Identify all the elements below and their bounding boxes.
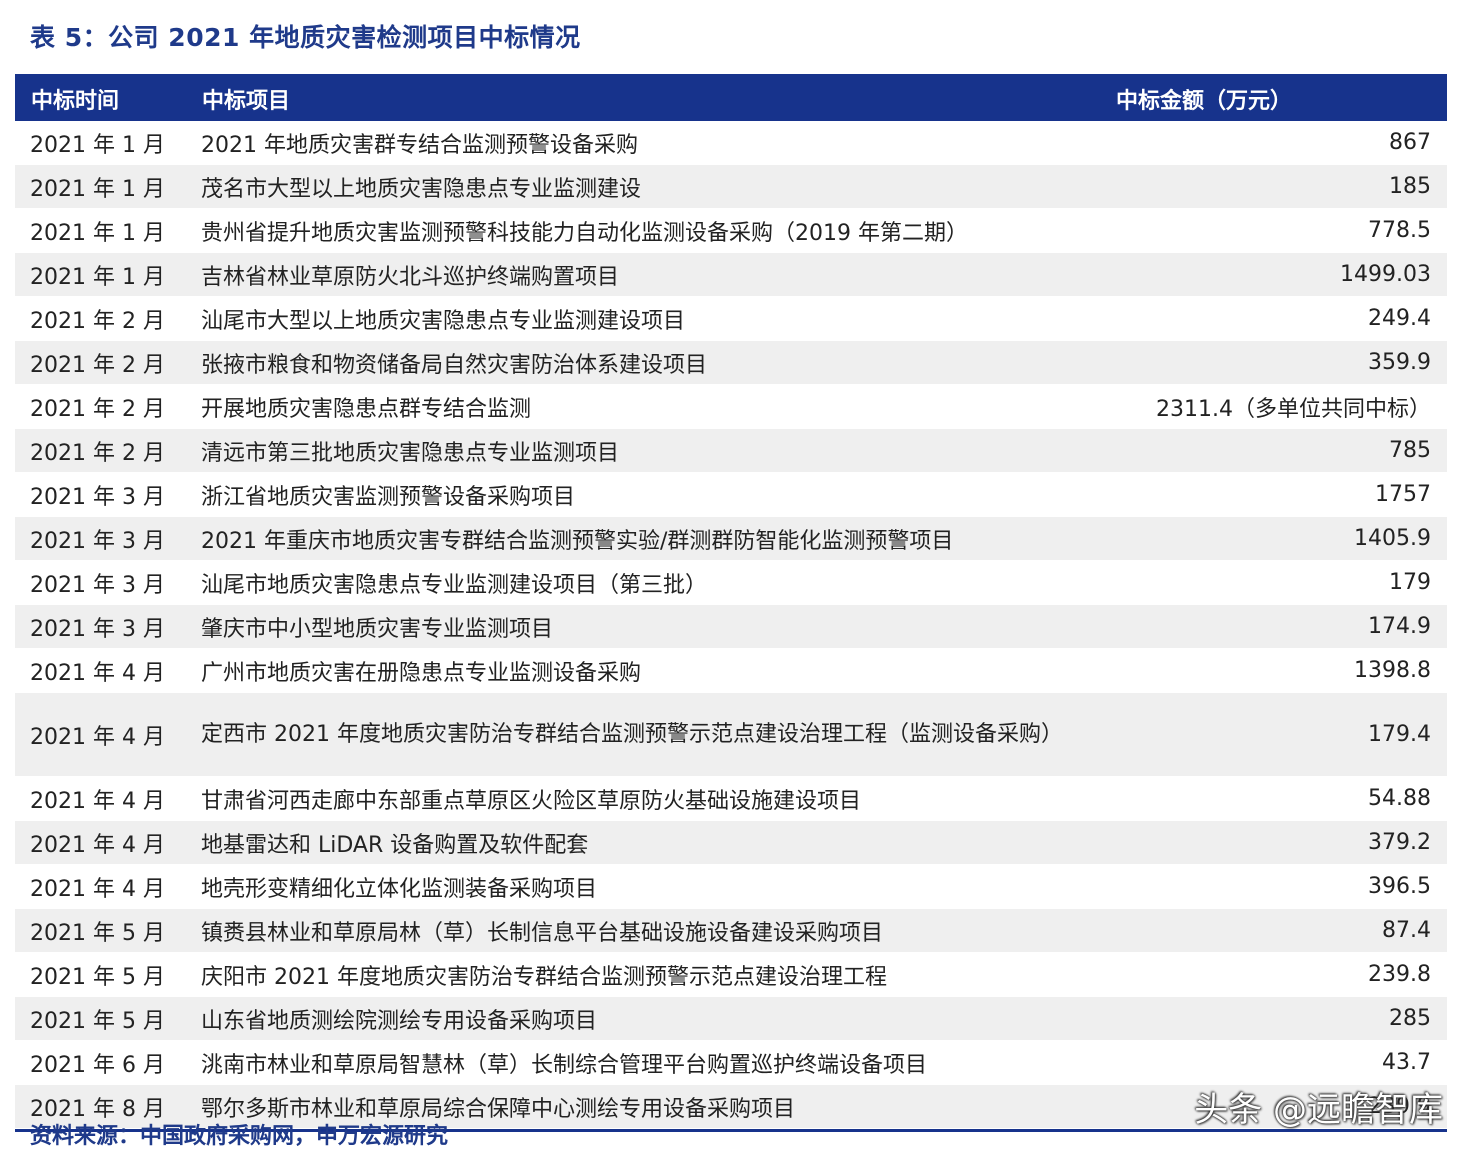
cell-project: 贵州省提升地质灾害监测预警科技能力自动化监测设备采购（2019 年第二期） [186,208,1100,253]
cell-amount: 359.9 [1100,340,1447,385]
cell-amount: 179.4 [1100,692,1447,777]
cell-project: 肇庆市中小型地质灾害专业监测项目 [186,604,1100,649]
table-row: 2021 年 4 月定西市 2021 年度地质灾害防治专群结合监测预警示范点建设… [15,692,1447,777]
cell-amount: 43.7 [1100,1040,1447,1085]
cell-project: 洮南市林业和草原局智慧林（草）长制综合管理平台购置巡护终端设备项目 [186,1040,1100,1085]
cell-project: 庆阳市 2021 年度地质灾害防治专群结合监测预警示范点建设治理工程 [186,952,1100,997]
table-row: 2021 年 6 月洮南市林业和草原局智慧林（草）长制综合管理平台购置巡护终端设… [15,1040,1447,1085]
source-note: 资料来源：中国政府采购网，申万宏源研究 [30,1124,449,1149]
cell-date: 2021 年 3 月 [15,472,186,517]
cell-project: 茂名市大型以上地质灾害隐患点专业监测建设 [186,164,1100,209]
header-date: 中标时间 [15,77,186,121]
cell-amount: 867 [1100,121,1447,165]
cell-amount: 285 [1100,996,1447,1041]
cell-amount: 87.4 [1100,908,1447,953]
cell-project: 张掖市粮食和物资储备局自然灾害防治体系建设项目 [186,340,1100,385]
cell-project: 浙江省地质灾害监测预警设备采购项目 [186,472,1100,517]
cell-amount: 179 [1100,560,1447,605]
table-row: 2021 年 2 月开展地质灾害隐患点群专结合监测 2311.4（多单位共同中标） [15,384,1447,429]
cell-date: 2021 年 2 月 [15,340,186,385]
cell-date: 2021 年 4 月 [15,864,186,909]
header-row: 中标时间 中标项目 中标金额（万元） [15,77,1447,121]
header-amount: 中标金额（万元） [1100,77,1447,121]
table-row: 2021 年 2 月张掖市粮食和物资储备局自然灾害防治体系建设项目 359.9 [15,340,1447,385]
cell-amount: 249.4 [1100,296,1447,341]
table-row: 2021 年 4 月广州市地质灾害在册隐患点专业监测设备采购 1398.8 [15,648,1447,693]
header-project: 中标项目 [186,77,1100,121]
table-title: 表 5：公司 2021 年地质灾害检测项目中标情况 [30,23,581,52]
cell-amount: 778.5 [1100,208,1447,253]
cell-date: 2021 年 1 月 [15,208,186,253]
cell-date: 2021 年 3 月 [15,560,186,605]
cell-project: 定西市 2021 年度地质灾害防治专群结合监测预警示范点建设治理工程（监测设备采… [186,692,1100,777]
cell-amount: 1398.8 [1100,648,1447,693]
table-row: 2021 年 1 月茂名市大型以上地质灾害隐患点专业监测建设 185 [15,164,1447,209]
cell-amount: 54.88 [1100,776,1447,821]
watermark: 头条 @远瞻智库 [1194,1090,1443,1130]
cell-project: 吉林省林业草原防火北斗巡护终端购置项目 [186,252,1100,297]
cell-date: 2021 年 5 月 [15,908,186,953]
cell-amount: 785 [1100,428,1447,473]
cell-project: 开展地质灾害隐患点群专结合监测 [186,384,1100,429]
cell-date: 2021 年 5 月 [15,996,186,1041]
cell-date: 2021 年 1 月 [15,164,186,209]
cell-project: 山东省地质测绘院测绘专用设备采购项目 [186,996,1100,1041]
table-row: 2021 年 2 月汕尾市大型以上地质灾害隐患点专业监测建设项目 249.4 [15,296,1447,341]
cell-date: 2021 年 2 月 [15,428,186,473]
cell-project: 2021 年重庆市地质灾害专群结合监测预警实验/群测群防智能化监测预警项目 [186,516,1100,561]
bid-table: 中标时间 中标项目 中标金额（万元） 2021 年 1 月 2021 年地质灾害群… [15,77,1447,1129]
cell-project: 地壳形变精细化立体化监测装备采购项目 [186,864,1100,909]
cell-amount: 2311.4（多单位共同中标） [1100,384,1447,429]
table-body: 2021 年 1 月 2021 年地质灾害群专结合监测预警设备采购 867 2021 … [15,121,1447,1129]
cell-project: 广州市地质灾害在册隐患点专业监测设备采购 [186,648,1100,693]
cell-project: 甘肃省河西走廊中东部重点草原区火险区草原防火基础设施建设项目 [186,776,1100,821]
cell-date: 2021 年 4 月 [15,692,186,777]
cell-amount: 1757 [1100,472,1447,517]
table-row: 2021 年 2 月清远市第三批地质灾害隐患点专业监测项目 785 [15,428,1447,473]
table-row: 2021 年 1 月 2021 年地质灾害群专结合监测预警设备采购 867 [15,121,1447,165]
cell-date: 2021 年 6 月 [15,1040,186,1085]
data-table-container: 中标时间 中标项目 中标金额（万元） 2021 年 1 月 2021 年地质灾害群… [15,74,1447,1132]
cell-date: 2021 年 3 月 [15,604,186,649]
table-row: 2021 年 4 月甘肃省河西走廊中东部重点草原区火险区草原防火基础设施建设项目… [15,776,1447,821]
table-row: 2021 年 3 月肇庆市中小型地质灾害专业监测项目 174.9 [15,604,1447,649]
cell-project: 2021 年地质灾害群专结合监测预警设备采购 [186,121,1100,165]
table-row: 2021 年 4 月地基雷达和 LiDAR 设备购置及软件配套 379.2 [15,820,1447,865]
cell-project: 镇赉县林业和草原局林（草）长制信息平台基础设施设备建设采购项目 [186,908,1100,953]
table-header: 中标时间 中标项目 中标金额（万元） [15,77,1447,121]
cell-project: 汕尾市大型以上地质灾害隐患点专业监测建设项目 [186,296,1100,341]
cell-date: 2021 年 1 月 [15,252,186,297]
table-row: 2021 年 3 月汕尾市地质灾害隐患点专业监测建设项目（第三批） 179 [15,560,1447,605]
cell-date: 2021 年 4 月 [15,648,186,693]
cell-date: 2021 年 2 月 [15,384,186,429]
table-row: 2021 年 5 月镇赉县林业和草原局林（草）长制信息平台基础设施设备建设采购项… [15,908,1447,953]
cell-amount: 174.9 [1100,604,1447,649]
cell-date: 2021 年 5 月 [15,952,186,997]
cell-date: 2021 年 1 月 [15,121,186,165]
cell-amount: 396.5 [1100,864,1447,909]
cell-amount: 379.2 [1100,820,1447,865]
cell-amount: 239.8 [1100,952,1447,997]
cell-amount: 1499.03 [1100,252,1447,297]
cell-date: 2021 年 4 月 [15,776,186,821]
table-row: 2021 年 1 月吉林省林业草原防火北斗巡护终端购置项目 1499.03 [15,252,1447,297]
cell-date: 2021 年 3 月 [15,516,186,561]
cell-amount: 1405.9 [1100,516,1447,561]
cell-project: 地基雷达和 LiDAR 设备购置及软件配套 [186,820,1100,865]
table-row: 2021 年 3 月浙江省地质灾害监测预警设备采购项目 1757 [15,472,1447,517]
table-row: 2021 年 3 月 2021 年重庆市地质灾害专群结合监测预警实验/群测群防智能… [15,516,1447,561]
cell-project: 汕尾市地质灾害隐患点专业监测建设项目（第三批） [186,560,1100,605]
cell-amount: 185 [1100,164,1447,209]
table-row: 2021 年 1 月贵州省提升地质灾害监测预警科技能力自动化监测设备采购（201… [15,208,1447,253]
cell-date: 2021 年 4 月 [15,820,186,865]
cell-date: 2021 年 2 月 [15,296,186,341]
table-row: 2021 年 5 月山东省地质测绘院测绘专用设备采购项目 285 [15,996,1447,1041]
table-row: 2021 年 4 月地壳形变精细化立体化监测装备采购项目 396.5 [15,864,1447,909]
cell-project: 清远市第三批地质灾害隐患点专业监测项目 [186,428,1100,473]
table-row: 2021 年 5 月庆阳市 2021 年度地质灾害防治专群结合监测预警示范点建设… [15,952,1447,997]
